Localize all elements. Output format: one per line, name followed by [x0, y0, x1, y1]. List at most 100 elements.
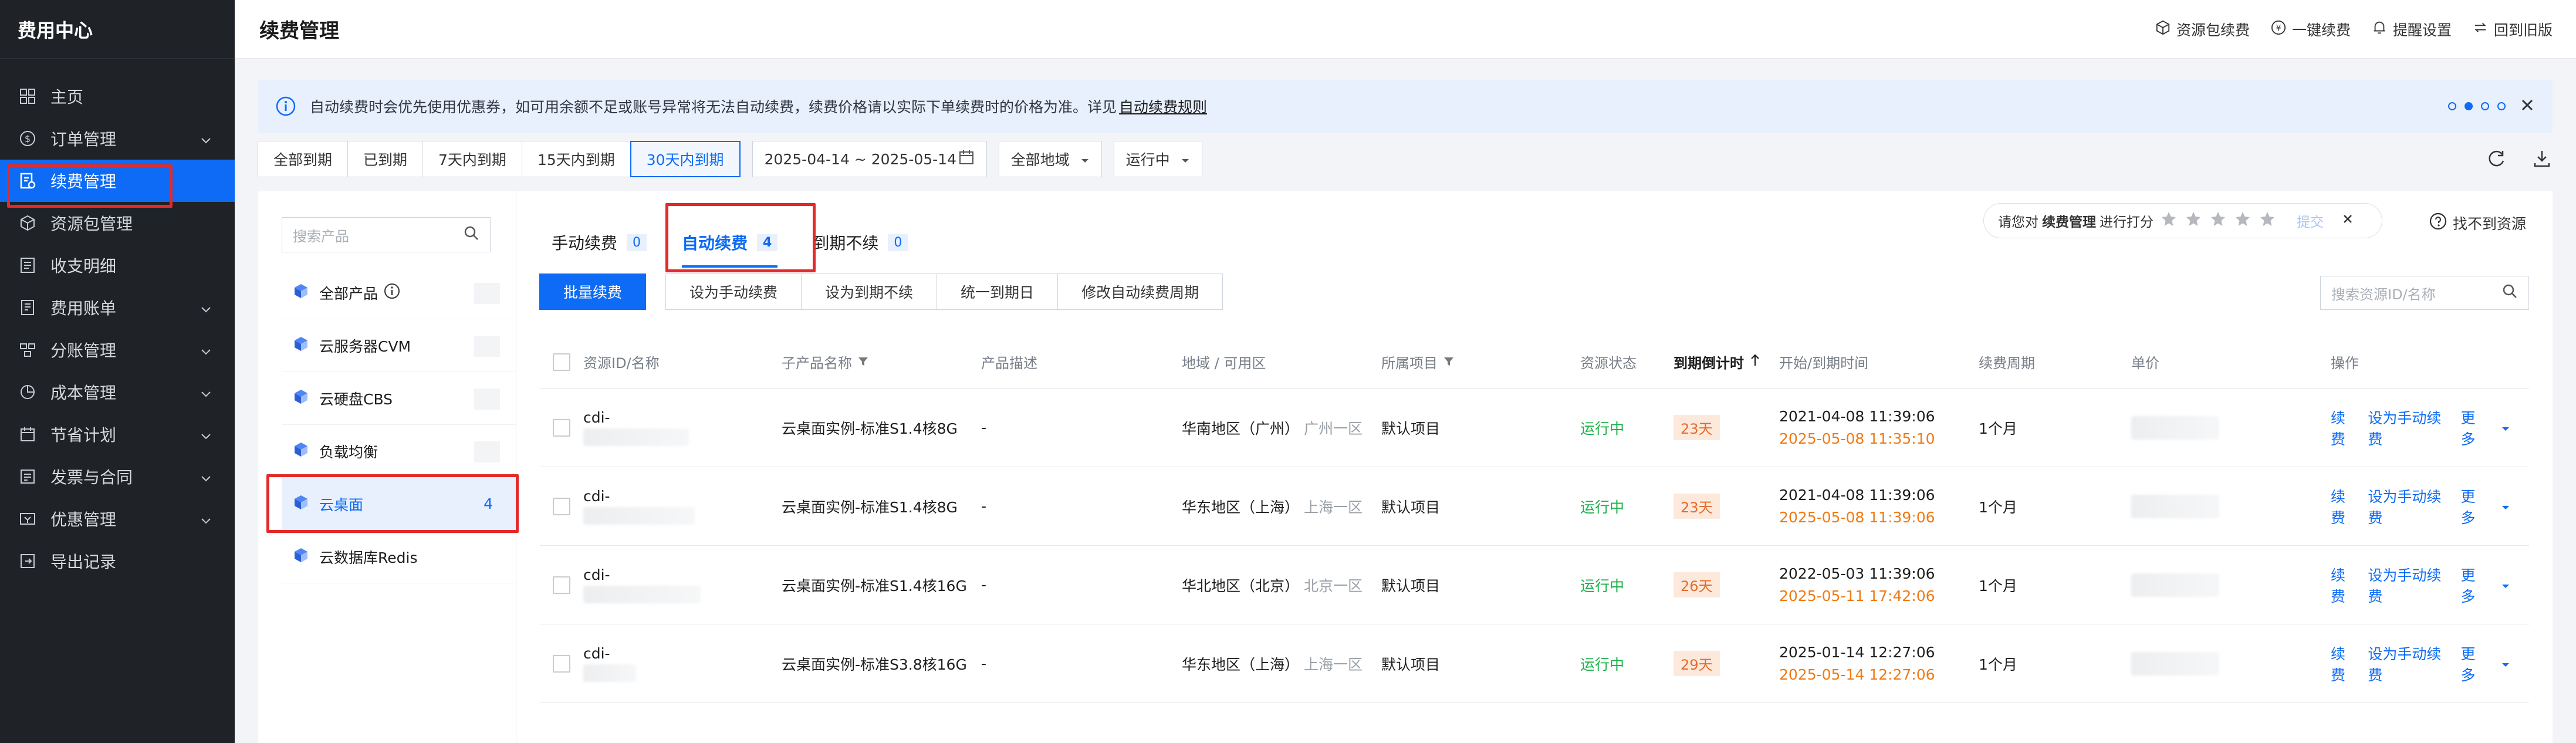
- caret-down-icon: [1080, 151, 1090, 168]
- set-manual-link[interactable]: 设为手动续费: [2368, 564, 2451, 606]
- tab-auto-renewal[interactable]: 自动续费 4: [682, 217, 778, 268]
- action-label: 一键续费: [2291, 21, 2351, 39]
- set-manual-link[interactable]: 设为手动续费: [2368, 643, 2451, 685]
- sidebar-item-home[interactable]: 主页: [0, 75, 235, 117]
- set-manual-link[interactable]: 设为手动续费: [2368, 407, 2451, 449]
- action-label: 资源包续费: [2176, 21, 2250, 39]
- countdown-badge: 26天: [1674, 572, 1720, 597]
- status-select[interactable]: 运行中: [1113, 141, 1202, 177]
- refresh-icon[interactable]: [2486, 148, 2507, 173]
- carousel-dots[interactable]: [2448, 102, 2506, 110]
- sidebar-item-renewal[interactable]: 续费管理: [0, 160, 235, 202]
- notice-text: 自动续费时会优先使用优惠券，如可用余额不足或账号异常将无法自动续费，续费价格请以…: [310, 99, 1117, 116]
- product-item-redis[interactable]: 云数据库Redis: [282, 531, 516, 583]
- row-checkbox[interactable]: [553, 497, 570, 515]
- more-dropdown[interactable]: 更多: [2461, 564, 2520, 606]
- tab-no-renewal[interactable]: 到期不续 0: [813, 217, 908, 268]
- product-item-clb[interactable]: 负载均衡: [282, 425, 516, 478]
- renew-link[interactable]: 续费: [2331, 643, 2358, 685]
- rating-submit-button[interactable]: 提交: [2297, 211, 2324, 231]
- reminder-settings-button[interactable]: 提醒设置: [2372, 19, 2452, 40]
- close-icon[interactable]: [2518, 96, 2536, 117]
- modify-auto-renew-cycle-button[interactable]: 修改自动续费周期: [1057, 273, 1223, 310]
- sidebar-item-transactions[interactable]: 收支明细: [0, 244, 235, 286]
- set-manual-renew-button[interactable]: 设为手动续费: [665, 273, 802, 310]
- bell-icon: [2372, 20, 2393, 39]
- star-icon[interactable]: [2210, 211, 2226, 231]
- header-label: 子产品名称: [782, 355, 852, 372]
- period-expired[interactable]: 已到期: [347, 141, 424, 177]
- download-icon[interactable]: [2531, 148, 2553, 173]
- col-countdown[interactable]: 到期倒计时: [1674, 336, 1760, 388]
- star-icon[interactable]: [2259, 211, 2276, 231]
- calendar-icon: [958, 149, 975, 169]
- close-icon[interactable]: [2341, 212, 2354, 229]
- product-label: 云数据库Redis: [319, 549, 418, 566]
- period-30-days[interactable]: 30天内到期: [630, 141, 741, 177]
- period-all[interactable]: 全部到期: [258, 141, 349, 177]
- filter-icon[interactable]: [852, 354, 868, 370]
- carousel-dot[interactable]: [2481, 102, 2489, 110]
- product-cube-icon: [292, 546, 310, 568]
- row-checkbox[interactable]: [553, 654, 570, 673]
- region-value: 全部地域: [1010, 151, 1070, 168]
- resource-id[interactable]: cdi-: [583, 409, 610, 426]
- period-15-days[interactable]: 15天内到期: [521, 141, 631, 177]
- star-icon[interactable]: [2161, 211, 2177, 231]
- product-item-cloud-desktop[interactable]: 云桌面 4: [282, 478, 516, 531]
- cannot-find-resource-link[interactable]: 找不到资源: [2429, 212, 2526, 234]
- more-dropdown[interactable]: 更多: [2461, 643, 2520, 685]
- more-dropdown[interactable]: 更多: [2461, 485, 2520, 528]
- sidebar-item-split[interactable]: 分账管理: [0, 329, 235, 371]
- batch-renew-button[interactable]: 批量续费: [539, 273, 647, 310]
- action-bar: 批量续费 设为手动续费 设为到期不续 统一到期日 修改自动续费周期: [539, 273, 1223, 310]
- row-checkbox[interactable]: [553, 576, 570, 594]
- carousel-dot[interactable]: [2465, 102, 2473, 110]
- product-item-all[interactable]: 全部产品: [282, 266, 516, 319]
- sidebar-item-export-records[interactable]: 导出记录: [0, 540, 235, 582]
- region-select[interactable]: 全部地域: [998, 141, 1102, 177]
- resource-pack-renew-button[interactable]: 资源包续费: [2155, 19, 2250, 40]
- product-item-cvm[interactable]: 云服务器CVM: [282, 319, 516, 372]
- info-icon[interactable]: [384, 283, 400, 303]
- filter-icon[interactable]: [1438, 354, 1454, 370]
- sidebar-item-coupons[interactable]: 优惠管理: [0, 498, 235, 540]
- resource-id[interactable]: cdi-: [583, 645, 610, 662]
- product-search-input[interactable]: 搜索产品: [282, 217, 491, 252]
- resource-id[interactable]: cdi-: [583, 488, 610, 505]
- product-label: 全部产品: [319, 285, 378, 302]
- set-manual-link[interactable]: 设为手动续费: [2368, 485, 2451, 528]
- one-click-renew-button[interactable]: ¥ 一键续费: [2271, 19, 2351, 40]
- tab-manual-renewal[interactable]: 手动续费 0: [552, 217, 647, 268]
- price-cell: [2131, 624, 2219, 703]
- countdown-cell: 29天: [1674, 624, 1720, 703]
- unify-expiry-date-button[interactable]: 统一到期日: [937, 273, 1059, 310]
- sidebar-item-orders[interactable]: $ 订单管理: [0, 117, 235, 160]
- period-7-days[interactable]: 7天内到期: [422, 141, 522, 177]
- row-checkbox[interactable]: [553, 418, 570, 437]
- product-item-cbs[interactable]: 云硬盘CBS: [282, 372, 516, 425]
- more-dropdown[interactable]: 更多: [2461, 407, 2520, 449]
- star-icon[interactable]: [2234, 211, 2251, 231]
- resource-search-input[interactable]: 搜索资源ID/名称: [2320, 276, 2529, 310]
- sidebar-item-bills[interactable]: 费用账单: [0, 286, 235, 329]
- caret-down-icon: [2496, 655, 2510, 672]
- date-range-picker[interactable]: 2025-04-14 ~ 2025-05-14: [752, 141, 987, 177]
- renew-link[interactable]: 续费: [2331, 407, 2358, 449]
- sidebar-item-cost[interactable]: 成本管理: [0, 371, 235, 413]
- product-label: 云桌面: [319, 496, 364, 514]
- rating-prefix: 请您对: [1998, 215, 2039, 230]
- carousel-dot[interactable]: [2497, 102, 2506, 110]
- star-icon[interactable]: [2185, 211, 2202, 231]
- select-all-checkbox[interactable]: [553, 353, 570, 371]
- sidebar-item-resource-packs[interactable]: 资源包管理: [0, 202, 235, 244]
- sidebar-item-invoices[interactable]: 发票与合同: [0, 455, 235, 498]
- renew-link[interactable]: 续费: [2331, 564, 2358, 606]
- carousel-dot[interactable]: [2448, 102, 2456, 110]
- sidebar-item-savings-plan[interactable]: 节省计划: [0, 413, 235, 455]
- set-no-renew-button[interactable]: 设为到期不续: [801, 273, 938, 310]
- renew-link[interactable]: 续费: [2331, 485, 2358, 528]
- back-to-old-version-button[interactable]: 回到旧版: [2473, 19, 2553, 40]
- resource-id[interactable]: cdi-: [583, 566, 610, 583]
- auto-renew-rules-link[interactable]: 自动续费规则: [1119, 96, 1207, 117]
